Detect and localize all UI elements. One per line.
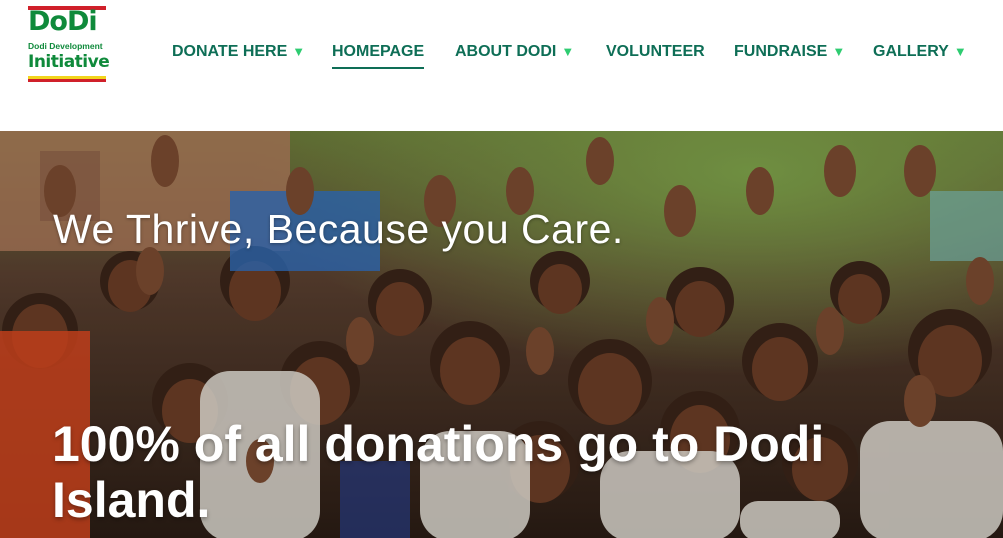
chevron-down-icon: ▼ [953, 44, 967, 59]
chevron-down-icon: ▼ [832, 44, 846, 59]
nav-volunteer[interactable]: VOLUNTEER [606, 40, 705, 64]
chevron-down-icon: ▼ [292, 44, 306, 59]
hero-headline: 100% of all donations go to Dodi Island. [52, 416, 825, 528]
logo-subtitle: Dodi Development [28, 41, 103, 51]
logo-red-stripe-bottom [28, 79, 106, 82]
nav-label: ABOUT DODI [455, 43, 557, 60]
active-underline [332, 67, 425, 69]
nav-label: FUNDRAISE [734, 43, 828, 60]
nav-label: DONATE HERE [172, 43, 288, 60]
hero-tagline: We Thrive, Because you Care. [53, 206, 624, 252]
nav-label: VOLUNTEER [606, 43, 705, 60]
site-header: DoDi Dodi Development Initiative DONATE … [0, 0, 1003, 131]
logo-initiative: Initiative [28, 52, 110, 72]
dodi-logo[interactable]: DoDi Dodi Development Initiative [28, 6, 110, 82]
nav-homepage[interactable]: HOMEPAGE [332, 40, 425, 69]
nav-about-dodi[interactable]: ABOUT DODI ▼ [455, 40, 574, 64]
hero-banner: We Thrive, Because you Care. 100% of all… [0, 131, 1003, 538]
chevron-down-icon: ▼ [561, 44, 575, 59]
nav-fundraise[interactable]: FUNDRAISE ▼ [734, 40, 845, 64]
logo-wordmark: DoDi [28, 6, 98, 37]
nav-label: GALLERY [873, 43, 949, 60]
nav-label: HOMEPAGE [332, 43, 425, 60]
nav-gallery[interactable]: GALLERY ▼ [873, 40, 967, 64]
nav-donate-here[interactable]: DONATE HERE ▼ [172, 40, 305, 64]
